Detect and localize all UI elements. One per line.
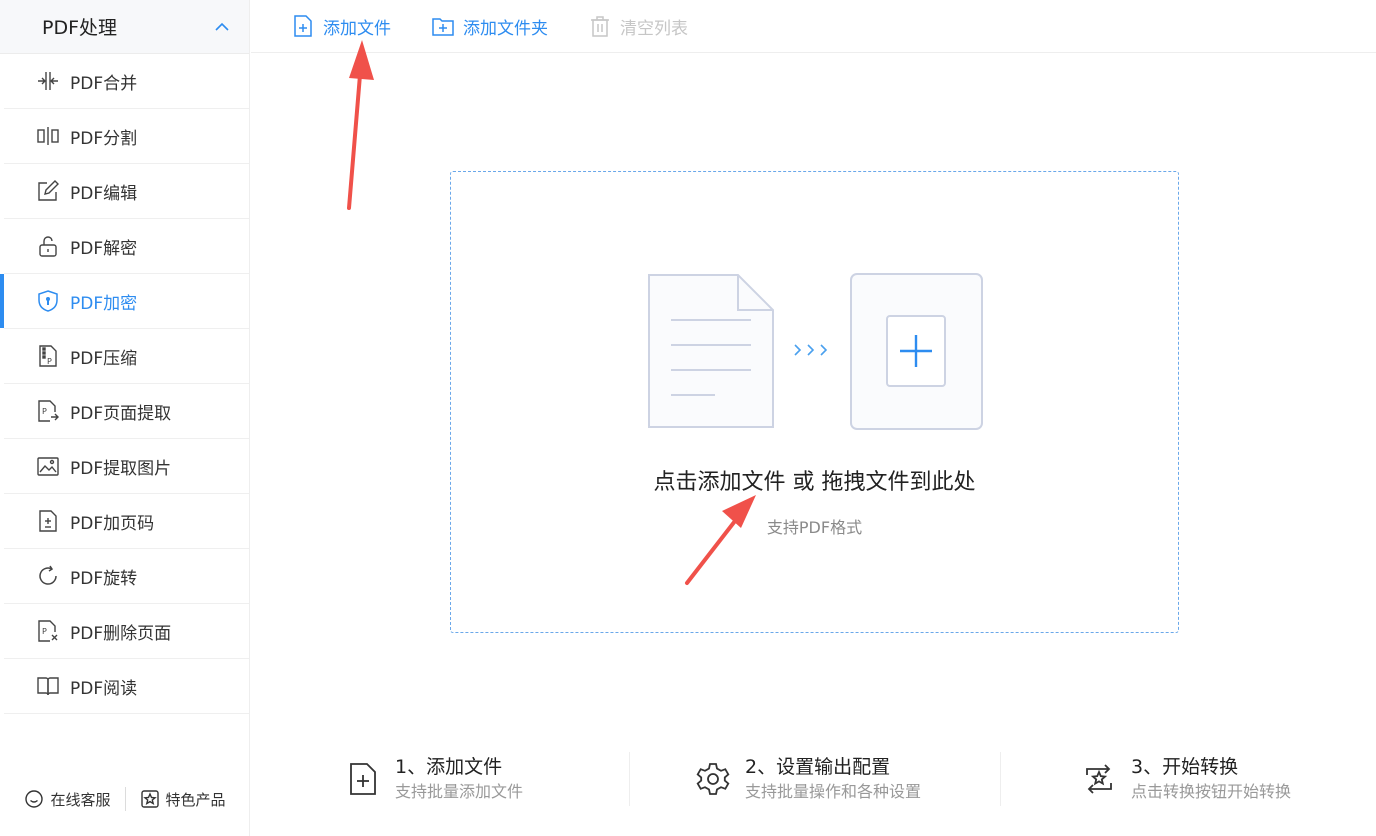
sidebar-title: PDF处理 <box>42 17 118 39</box>
edit-icon <box>36 179 60 203</box>
compress-icon: P <box>36 344 60 368</box>
upload-illustration <box>648 273 983 430</box>
step-description: 点击转换按钮开始转换 <box>1131 782 1292 801</box>
sidebar-item-rotate[interactable]: PDF旋转 <box>4 549 249 604</box>
sidebar-item-split[interactable]: PDF分割 <box>4 109 249 164</box>
annotation-arrow-up <box>347 40 374 210</box>
sidebar-item-label: PDF分割 <box>70 128 138 149</box>
sidebar-item-page-extract[interactable]: P PDF页面提取 <box>4 384 249 439</box>
sidebar-item-label: PDF合并 <box>70 73 138 94</box>
sidebar-item-image-extract[interactable]: PDF提取图片 <box>4 439 249 494</box>
sidebar-item-label: PDF页面提取 <box>70 403 172 424</box>
chevron-up-icon[interactable] <box>213 18 231 36</box>
sidebar-header[interactable]: PDF处理 <box>0 0 249 54</box>
chevrons-right-icon <box>794 344 828 356</box>
sidebar-item-label: PDF解密 <box>70 238 138 259</box>
step-divider <box>1000 752 1001 806</box>
sidebar-item-label: PDF编辑 <box>70 183 138 204</box>
add-box-icon <box>850 273 983 430</box>
sidebar-item-label: PDF压缩 <box>70 348 138 369</box>
star-icon <box>140 790 159 808</box>
step-title: 1、添加文件 <box>395 756 503 778</box>
step-convert: 3、开始转换 点击转换按钮开始转换 <box>1081 752 1291 806</box>
online-service-label: 在线客服 <box>50 790 111 809</box>
merge-icon <box>36 69 60 93</box>
steps-bar: 1、添加文件 支持批量添加文件 2、设置输出配置 支持批量操作和各种设置 3、开… <box>251 752 1376 806</box>
add-folder-icon <box>432 18 454 36</box>
add-folder-label: 添加文件夹 <box>463 18 548 39</box>
step-settings: 2、设置输出配置 支持批量操作和各种设置 <box>695 752 921 806</box>
step-title: 3、开始转换 <box>1131 756 1239 778</box>
book-icon <box>36 674 60 698</box>
step-description: 支持批量添加文件 <box>395 782 524 801</box>
sidebar-item-label: PDF加密 <box>70 293 138 314</box>
sidebar-item-compress[interactable]: P PDF压缩 <box>4 329 249 384</box>
add-file-button[interactable]: 添加文件 <box>291 14 391 39</box>
delete-page-icon: P <box>36 619 60 643</box>
sidebar-footer: 在线客服 特色产品 <box>0 784 250 814</box>
drop-zone-hint: 支持PDF格式 <box>766 518 863 537</box>
online-service-button[interactable]: 在线客服 <box>10 789 124 810</box>
image-extract-icon <box>36 454 60 478</box>
drop-zone-main-text: 点击添加文件 或 拖拽文件到此处 <box>653 470 976 495</box>
svg-text:P: P <box>42 627 47 636</box>
app-window: PDF处理 PDF合并 PDF分割 PDF编辑 PDF解密 PDF加密 P PD… <box>0 0 1376 836</box>
page-extract-icon: P <box>36 399 60 423</box>
featured-products-label: 特色产品 <box>165 790 226 809</box>
sidebar-item-label: PDF删除页面 <box>70 623 172 644</box>
sidebar-item-merge[interactable]: PDF合并 <box>4 54 249 109</box>
sidebar-item-label: PDF旋转 <box>70 568 138 589</box>
sidebar-item-label: PDF阅读 <box>70 678 138 699</box>
sidebar-item-label: PDF提取图片 <box>70 458 172 479</box>
clear-list-button[interactable]: 清空列表 <box>588 14 688 39</box>
sidebar-item-decrypt[interactable]: PDF解密 <box>4 219 249 274</box>
add-file-icon <box>350 763 376 795</box>
add-file-icon <box>294 15 312 37</box>
split-icon <box>36 124 60 148</box>
trash-icon <box>591 16 609 37</box>
rotate-icon <box>36 564 60 588</box>
step-title: 2、设置输出配置 <box>745 756 891 778</box>
clear-list-label: 清空列表 <box>620 18 688 39</box>
sidebar-item-delete-page[interactable]: P PDF删除页面 <box>4 604 249 659</box>
chat-smile-icon <box>25 790 44 808</box>
sidebar-item-page-number[interactable]: PDF加页码 <box>4 494 249 549</box>
add-folder-button[interactable]: 添加文件夹 <box>431 14 548 39</box>
step-divider <box>629 752 630 806</box>
step-add-file: 1、添加文件 支持批量添加文件 <box>345 752 523 806</box>
document-icon <box>648 274 774 428</box>
file-drop-zone[interactable]: 点击添加文件 或 拖拽文件到此处 支持PDF格式 <box>450 171 1179 633</box>
convert-icon <box>1086 764 1112 794</box>
sidebar-item-encrypt[interactable]: PDF加密 <box>0 274 249 329</box>
gear-icon <box>696 763 730 795</box>
sidebar-item-read[interactable]: PDF阅读 <box>4 659 249 714</box>
sidebar: PDF处理 PDF合并 PDF分割 PDF编辑 PDF解密 PDF加密 P PD… <box>0 0 250 836</box>
svg-text:P: P <box>42 407 47 416</box>
svg-text:P: P <box>47 357 52 366</box>
toolbar: 添加文件 添加文件夹 清空列表 <box>251 0 1376 53</box>
page-number-icon <box>36 509 60 533</box>
step-description: 支持批量操作和各种设置 <box>745 782 922 801</box>
add-file-label: 添加文件 <box>323 18 391 39</box>
unlock-icon <box>36 234 60 258</box>
sidebar-item-label: PDF加页码 <box>70 513 155 534</box>
featured-products-button[interactable]: 特色产品 <box>126 789 240 810</box>
sidebar-item-edit[interactable]: PDF编辑 <box>4 164 249 219</box>
shield-lock-icon <box>36 289 60 313</box>
